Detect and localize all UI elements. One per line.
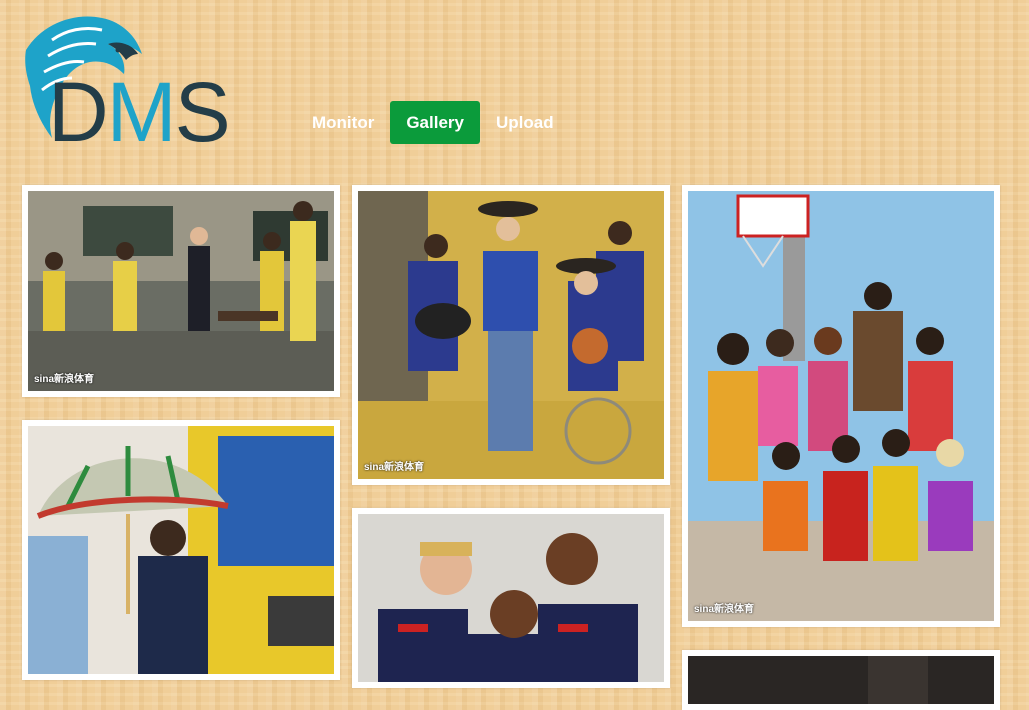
logo[interactable]: DMS <box>22 10 262 155</box>
gallery-photo[interactable]: sina新浪体育 <box>358 191 664 479</box>
logo-text: DMS <box>48 70 231 154</box>
gallery-photo[interactable] <box>28 426 334 674</box>
nav-upload[interactable]: Upload <box>480 101 570 144</box>
nav-gallery[interactable]: Gallery <box>390 101 480 144</box>
nav-monitor[interactable]: Monitor <box>296 101 390 144</box>
photo-image <box>358 191 664 479</box>
gallery-photo[interactable] <box>688 656 994 704</box>
photo-image <box>358 514 664 682</box>
photo-watermark: sina新浪体育 <box>364 462 425 473</box>
main-nav: Monitor Gallery Upload <box>296 101 570 144</box>
photo-watermark: sina新浪体育 <box>694 604 755 615</box>
photo-watermark: sina新浪体育 <box>34 374 95 385</box>
gallery-card[interactable]: sina新浪体育 <box>682 185 1000 627</box>
gallery-card[interactable] <box>22 420 340 680</box>
logo-letter-s: S <box>174 65 231 159</box>
gallery-card[interactable] <box>352 508 670 688</box>
gallery-card[interactable]: sina新浪体育 <box>352 185 670 485</box>
logo-letter-m: M <box>106 65 177 159</box>
photo-image <box>688 191 994 621</box>
photo-image <box>28 426 334 674</box>
logo-letter-d: D <box>48 65 109 159</box>
gallery-photo[interactable]: sina新浪体育 <box>28 191 334 391</box>
photo-image <box>28 191 334 391</box>
gallery-photo[interactable] <box>358 514 664 682</box>
gallery-card[interactable] <box>682 650 1000 710</box>
gallery-card[interactable]: sina新浪体育 <box>22 185 340 397</box>
gallery-photo[interactable]: sina新浪体育 <box>688 191 994 621</box>
photo-image <box>688 656 994 704</box>
